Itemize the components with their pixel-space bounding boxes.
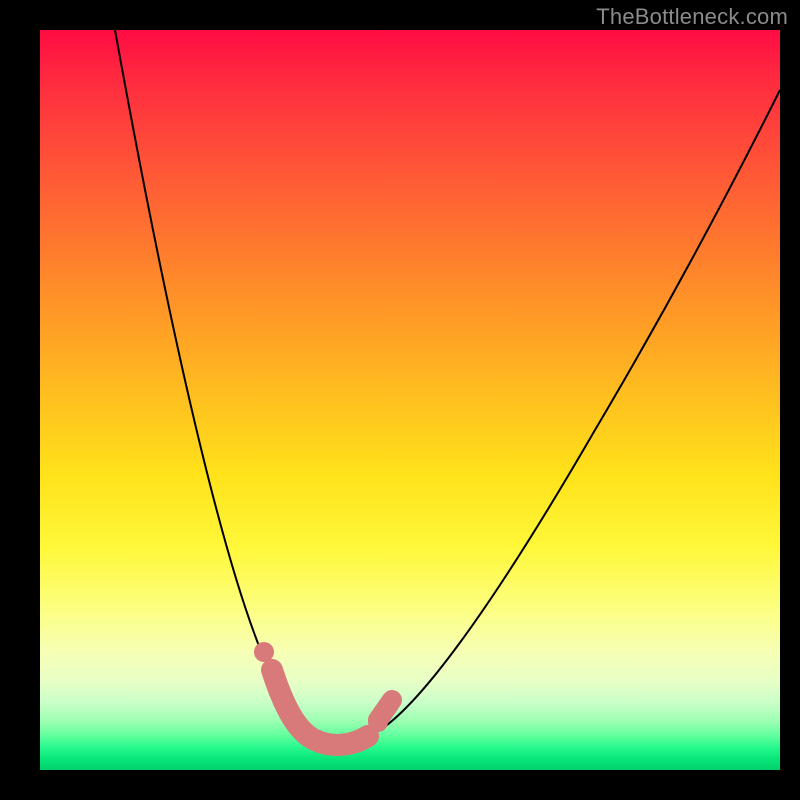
watermark-text: TheBottleneck.com <box>596 4 788 30</box>
plot-area <box>40 30 780 770</box>
marker-dot <box>254 642 274 662</box>
marker-layer <box>254 642 398 745</box>
bottleneck-curve <box>115 30 780 743</box>
chart-svg <box>40 30 780 770</box>
marker-dot <box>378 696 398 716</box>
curve-layer <box>115 30 780 743</box>
chart-frame: TheBottleneck.com <box>0 0 800 800</box>
marker-segment <box>272 670 368 745</box>
